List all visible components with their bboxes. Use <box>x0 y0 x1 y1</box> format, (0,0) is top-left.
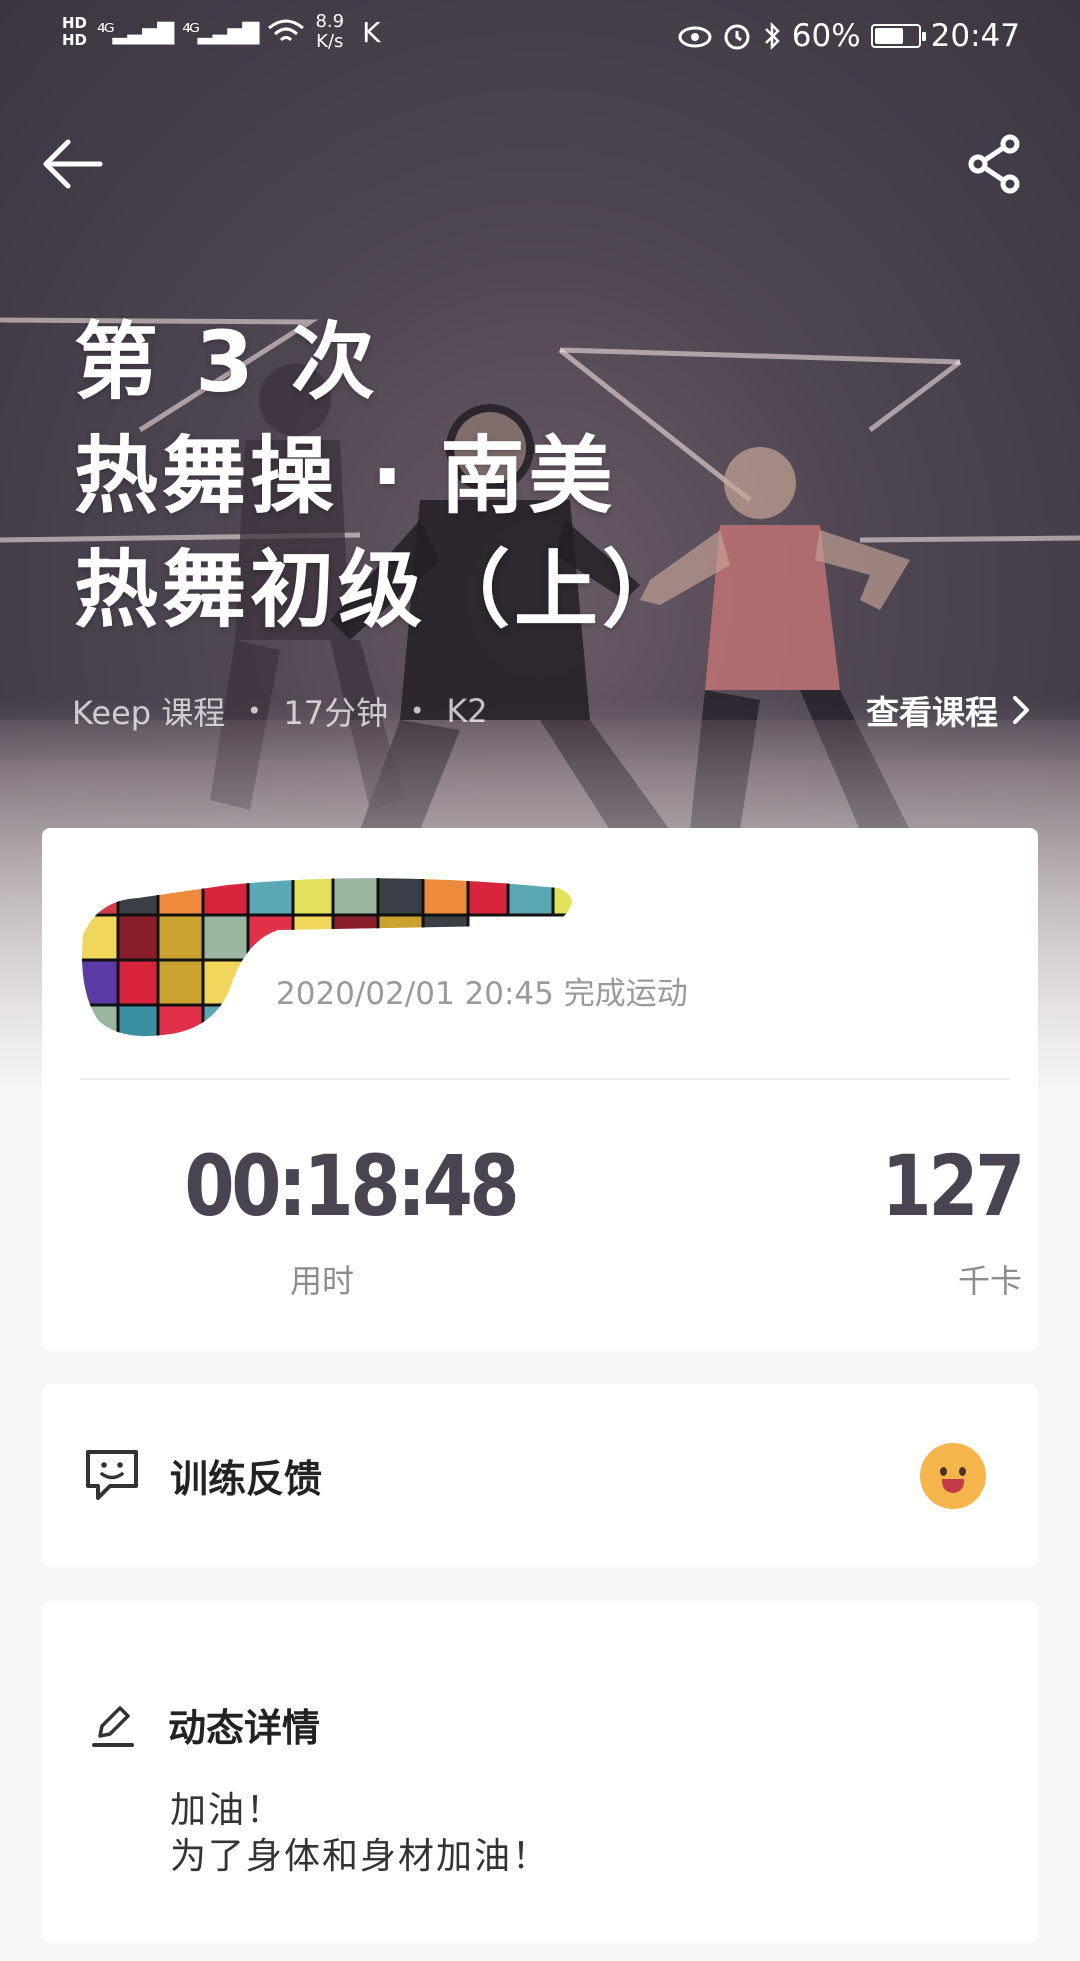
redacted-user-mark <box>82 878 572 1036</box>
battery-percent: 60% <box>791 18 861 54</box>
bluetooth-icon <box>764 21 780 51</box>
status-right: 60% 20:47 <box>678 18 1020 54</box>
post-detail-card: 动态详情 加油！ 为了身体和身材加油！ <box>42 1602 1038 1942</box>
emoji-eye-right <box>959 1467 966 1476</box>
divider <box>80 1078 1010 1080</box>
pencil-icon <box>92 1705 134 1747</box>
calories-value: 127 <box>881 1137 1026 1235</box>
meta-source: Keep 课程 <box>72 694 226 732</box>
workout-title: 第 3 次 热舞操 · 南美 热舞初级（上） <box>74 305 974 647</box>
post-line-1: 加油！ <box>170 1790 285 1831</box>
post-header: 动态详情 <box>92 1697 320 1752</box>
happy-face-icon[interactable] <box>920 1443 986 1509</box>
training-feedback-row[interactable]: 训练反馈 <box>42 1384 1038 1566</box>
course-meta: Keep 课程 • 17分钟 • K2 <box>72 688 488 734</box>
hd-label-2: HD <box>62 31 88 49</box>
status-left: HD HD ⁴ᴳ▂▃▅▇ ⁴ᴳ▂▃▅▇ 8.9 K/s K <box>62 12 381 52</box>
duration-stat: 00:18:48 用时 <box>162 1137 519 1302</box>
dual-sim-indicator: HD HD <box>62 15 87 49</box>
hd-label-1: HD <box>62 14 88 32</box>
calories-label: 千卡 <box>957 1262 1022 1300</box>
post-body: 加油！ 为了身体和身材加油！ <box>170 1788 550 1880</box>
summary-card: 2020/02/01 20:45 完成运动 00:18:48 用时 127 千卡 <box>42 828 1038 1350</box>
status-bar: HD HD ⁴ᴳ▂▃▅▇ ⁴ᴳ▂▃▅▇ 8.9 K/s K 60% 20:47 <box>0 0 1080 80</box>
meta-duration: 17分钟 <box>283 694 389 732</box>
eye-comfort-icon <box>678 26 712 48</box>
post-title: 动态详情 <box>168 1706 321 1750</box>
share-icon <box>968 134 1020 194</box>
network-speed: 8.9 K/s <box>315 12 344 52</box>
clock: 20:47 <box>930 18 1020 54</box>
feedback-chat-icon <box>86 1450 138 1500</box>
workout-summary-page: HD HD ⁴ᴳ▂▃▅▇ ⁴ᴳ▂▃▅▇ 8.9 K/s K 60% 20:47 … <box>0 0 1080 1961</box>
arrow-left-icon <box>43 139 103 189</box>
title-line-level: 热舞初级（上） <box>74 541 691 639</box>
meta-separator: • <box>247 697 262 725</box>
duration-label: 用时 <box>289 1262 354 1300</box>
back-button[interactable] <box>40 138 110 190</box>
finish-time: 2020/02/01 20:45 完成运动 <box>276 976 688 1012</box>
feedback-header: 训练反馈 <box>84 1384 322 1566</box>
emoji-mouth <box>942 1479 964 1493</box>
alarm-icon <box>724 24 750 50</box>
wifi-icon <box>268 19 305 42</box>
meta-separator: • <box>410 697 425 725</box>
post-line-2: 为了身体和身材加油！ <box>170 1836 551 1877</box>
network-speed-unit: K/s <box>316 31 344 52</box>
view-course-link[interactable]: 查看课程 <box>866 686 1030 734</box>
battery-icon <box>870 24 926 48</box>
keep-app-indicator: K <box>362 15 381 49</box>
signal-icon-1: ⁴ᴳ▂▃▅▇ <box>97 19 174 45</box>
title-line-course: 热舞操 · 南美 <box>74 427 617 525</box>
share-button[interactable] <box>968 134 1024 194</box>
network-speed-value: 8.9 <box>315 11 345 32</box>
meta-level: K2 <box>446 692 488 730</box>
signal-icon-2: ⁴ᴳ▂▃▅▇ <box>182 19 259 45</box>
duration-value: 00:18:48 <box>184 1137 519 1235</box>
emoji-eye-left <box>940 1467 947 1476</box>
feedback-title: 训练反馈 <box>170 1456 323 1501</box>
title-line-count: 第 3 次 <box>74 313 379 411</box>
view-course-label: 查看课程 <box>866 693 998 732</box>
chevron-right-icon <box>1013 696 1029 724</box>
calories-stat: 127 千卡 <box>822 1137 1026 1302</box>
